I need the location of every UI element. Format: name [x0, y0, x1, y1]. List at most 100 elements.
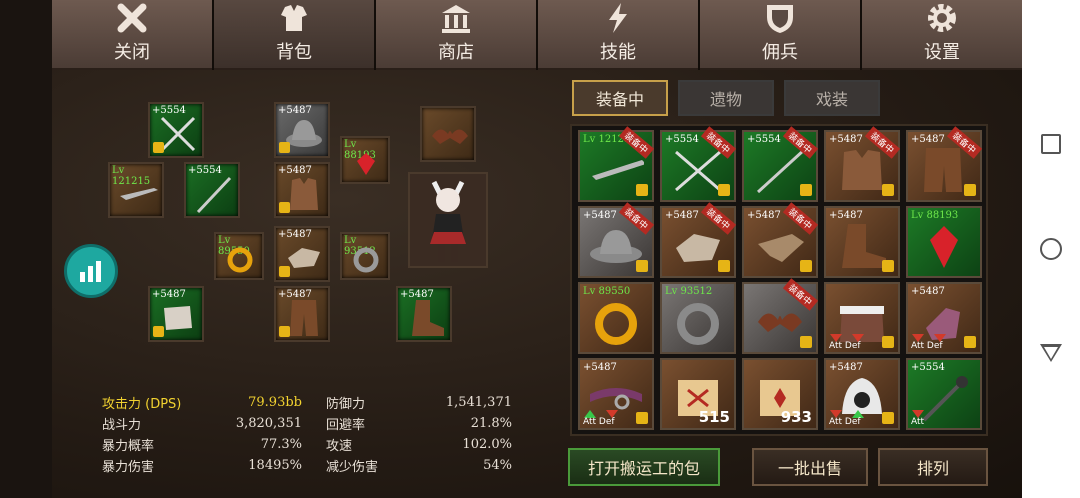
lightning-icon [599, 0, 637, 36]
equip-slot-pants[interactable]: +5487 [274, 286, 330, 342]
lock-icon [882, 184, 894, 196]
inventory-item[interactable]: +5487 Att Def [824, 358, 900, 430]
tab-skills[interactable]: 技能 [538, 0, 698, 70]
bar-chart-icon [80, 261, 101, 282]
item-tag: +5487 [583, 362, 617, 373]
tab-close[interactable]: 关闭 [52, 0, 212, 70]
crossed-spears-icon [160, 116, 196, 152]
glove-icon [288, 248, 320, 268]
item-tag: +5487 [911, 286, 945, 297]
back-icon[interactable] [1040, 344, 1062, 362]
game-screen: 关闭 背包 商店 技能 佣兵 设置 +5554 +5487 Lv 88193 L… [52, 0, 1022, 498]
android-nav-bar [1022, 0, 1080, 498]
leather-armor-icon [290, 178, 318, 210]
lock-icon [279, 266, 290, 277]
inventory-item[interactable]: +5487 装备中 [660, 202, 737, 278]
att-def-label: Att Def [911, 341, 943, 351]
inventory-item[interactable]: 933 [742, 358, 818, 430]
inventory-item[interactable]: Att Def [824, 282, 900, 354]
stat-value: 77.3% [260, 437, 302, 452]
tab-bag[interactable]: 背包 [214, 0, 374, 70]
equip-slot-helmet[interactable]: +5487 [274, 102, 330, 158]
lock-icon [800, 260, 812, 272]
stat-row: 暴力伤害 18495% 减少伤害 54% [102, 455, 512, 476]
lock-icon [153, 142, 164, 153]
tab-costumes[interactable]: 戏装 [784, 80, 880, 116]
top-menu: 关闭 背包 商店 技能 佣兵 设置 [52, 0, 1022, 70]
stat-value: 21.8% [470, 416, 512, 431]
inventory-item[interactable]: +5487 Att Def [578, 358, 654, 430]
item-icon [595, 303, 637, 345]
equip-slot-spear[interactable]: +5554 [184, 162, 240, 218]
sort-button[interactable]: 排列 [878, 448, 988, 486]
equip-slot-gun[interactable]: Lv 121215 [108, 162, 164, 218]
rifle-icon [120, 188, 158, 200]
tab-settings[interactable]: 设置 [862, 0, 1022, 70]
inventory-item[interactable]: +5554 Att [906, 358, 982, 430]
stat-label: 攻速 [326, 439, 353, 454]
open-porter-bag-button[interactable]: 打开搬运工的包 [568, 448, 720, 486]
inventory-item[interactable]: +5554 装备中 [742, 126, 819, 202]
inventory-item[interactable]: Lv 88193 [906, 206, 982, 278]
inventory-item[interactable]: Lv 89550 [578, 282, 654, 354]
shield-icon [761, 0, 799, 36]
tab-label: 技能 [600, 42, 636, 63]
inventory-item[interactable]: 515 [660, 358, 736, 430]
inventory-item[interactable]: +5487 Att Def [906, 282, 982, 354]
equip-slot-gem[interactable]: Lv 88193 [340, 136, 390, 184]
lock-icon [279, 142, 290, 153]
stat-value: 102.0% [462, 437, 512, 452]
inventory-item[interactable]: Lv 121215 装备中 [578, 126, 655, 202]
recents-icon[interactable] [1041, 134, 1061, 154]
bat-wing-icon [432, 129, 468, 144]
inventory-item[interactable]: +5487 装备中 [742, 202, 819, 278]
inventory-item[interactable]: +5554 装备中 [660, 126, 737, 202]
tab-mercenary[interactable]: 佣兵 [700, 0, 860, 70]
equip-slot-armor[interactable]: +5487 [274, 162, 330, 218]
inventory-item[interactable]: +5487 装备中 [578, 202, 655, 278]
item-tag: +5487 [911, 134, 945, 145]
home-icon[interactable] [1040, 238, 1062, 260]
inventory-item[interactable]: Lv 93512 [660, 282, 736, 354]
lock-icon [636, 412, 648, 424]
item-tag: +5487 [665, 210, 699, 221]
equip-slot-gloves[interactable]: +5487 [274, 226, 330, 282]
tab-shop[interactable]: 商店 [376, 0, 536, 70]
lock-icon [964, 184, 976, 196]
equip-slot-ring-silver[interactable]: Lv 93512 [340, 232, 390, 280]
lock-icon [636, 184, 648, 196]
stat-label: 防御力 [326, 397, 366, 412]
inventory-item[interactable]: +5487 [824, 206, 900, 278]
character-avatar [408, 172, 488, 268]
item-icon [930, 226, 958, 268]
item-tag: +5487 [747, 210, 781, 221]
equip-slot-wings[interactable] [420, 106, 476, 162]
gear-icon [923, 0, 961, 36]
lock-icon [882, 260, 894, 272]
stat-row: 战斗力 3,820,351 回避率 21.8% [102, 413, 512, 434]
armor-icon [275, 0, 313, 36]
equip-slot-boots[interactable]: +5487 [396, 286, 452, 342]
stats-chart-button[interactable] [64, 244, 118, 298]
stat-value: 54% [483, 458, 512, 473]
tab-relics[interactable]: 遗物 [678, 80, 774, 116]
item-tag: Lv 89550 [583, 286, 631, 297]
att-def-label: Att Def [583, 417, 615, 427]
bulk-sell-button[interactable]: 一批出售 [752, 448, 868, 486]
tab-equipped[interactable]: 装备中 [572, 80, 668, 116]
stat-row: 攻击力 (DPS) 79.93bb 防御力 1,541,371 [102, 392, 512, 413]
lock-icon [718, 184, 730, 196]
inventory-item[interactable]: 装备中 [742, 278, 819, 354]
att-def-label: Att Def [829, 341, 861, 351]
stat-label: 战斗力 [102, 418, 142, 433]
equip-slot-ring-gold[interactable]: Lv 89550 [214, 232, 264, 280]
equip-slot-weapon-crossed[interactable]: +5554 [148, 102, 204, 158]
stat-row: 暴力概率 77.3% 攻速 102.0% [102, 434, 512, 455]
inventory-item[interactable]: +5487 装备中 [906, 126, 983, 202]
att-def-label: Att [911, 417, 925, 427]
tab-label: 关闭 [114, 42, 150, 63]
shop-icon [437, 0, 475, 36]
equip-slot-cape[interactable]: +5487 [148, 286, 204, 342]
red-gem-icon [357, 153, 375, 175]
inventory-item[interactable]: +5487 装备中 [824, 126, 901, 202]
